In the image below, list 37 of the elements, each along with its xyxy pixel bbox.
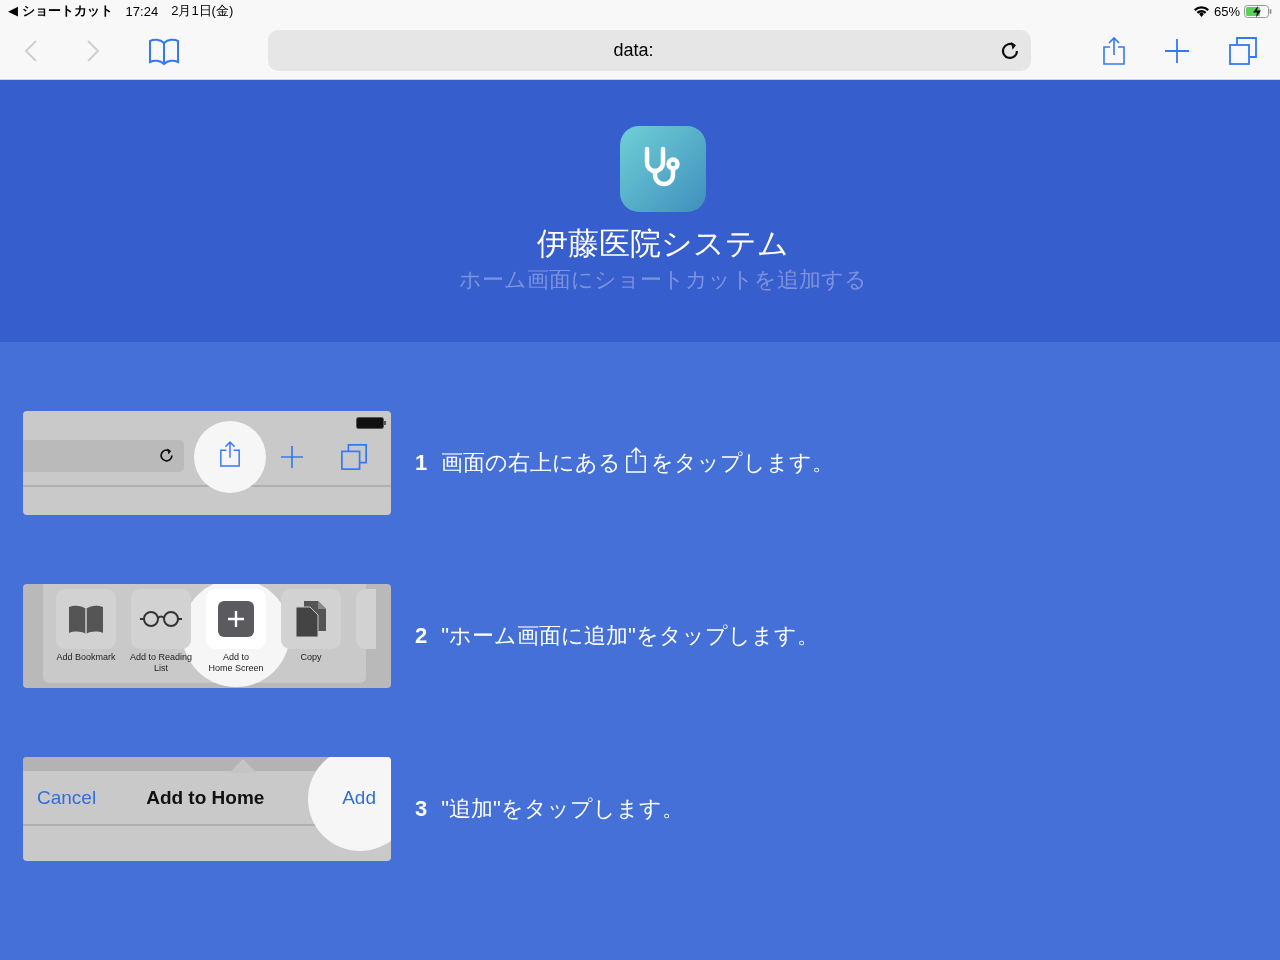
documents-icon xyxy=(296,601,326,637)
book-icon xyxy=(68,604,104,634)
step-number: 1 xyxy=(415,450,428,476)
share-icon[interactable] xyxy=(1102,35,1126,66)
action-label: Add Bookmark xyxy=(55,652,117,663)
reload-icon[interactable] xyxy=(999,39,1021,62)
step-number: 3 xyxy=(415,796,428,822)
plus-icon xyxy=(280,445,304,469)
reload-icon xyxy=(158,447,175,464)
app-icon xyxy=(620,126,706,212)
address-field[interactable]: data: xyxy=(268,30,1031,71)
action-label: Add to Home Screen xyxy=(207,652,265,674)
time: 17:24 xyxy=(125,3,159,19)
step-number: 2 xyxy=(415,623,428,649)
step-instruction: 画面の右上にある xyxy=(441,449,622,477)
page-subtitle: ホーム画面にショートカットを追加する xyxy=(459,266,867,294)
dialog-title: Add to Home xyxy=(146,787,265,809)
back-to-app-link[interactable]: ◀ ショートカット xyxy=(8,2,113,20)
add-square-icon xyxy=(218,601,254,637)
step-instruction: をタップします。 xyxy=(651,449,835,477)
step-instruction: "追加"をタップします。 xyxy=(441,795,684,823)
share-icon xyxy=(625,445,648,475)
wifi-icon xyxy=(1192,5,1210,17)
action-label: Add to Reading List xyxy=(128,652,193,674)
tabs-icon xyxy=(340,443,368,471)
glasses-icon xyxy=(139,609,183,629)
date: 2月1日(金) xyxy=(171,2,234,20)
action-label: Copy xyxy=(299,652,323,663)
charging-battery-icon xyxy=(1244,4,1272,18)
battery-percentage: 65% xyxy=(1213,3,1240,19)
tabs-icon[interactable] xyxy=(1228,35,1258,66)
app-name: 伊藤医院システム xyxy=(537,225,789,263)
add-button[interactable]: Add xyxy=(342,787,376,809)
step-instruction: "ホーム画面に追加"をタップします。 xyxy=(441,622,819,650)
battery-icon xyxy=(356,417,386,429)
action-tile xyxy=(131,589,191,649)
share-icon xyxy=(219,440,241,468)
